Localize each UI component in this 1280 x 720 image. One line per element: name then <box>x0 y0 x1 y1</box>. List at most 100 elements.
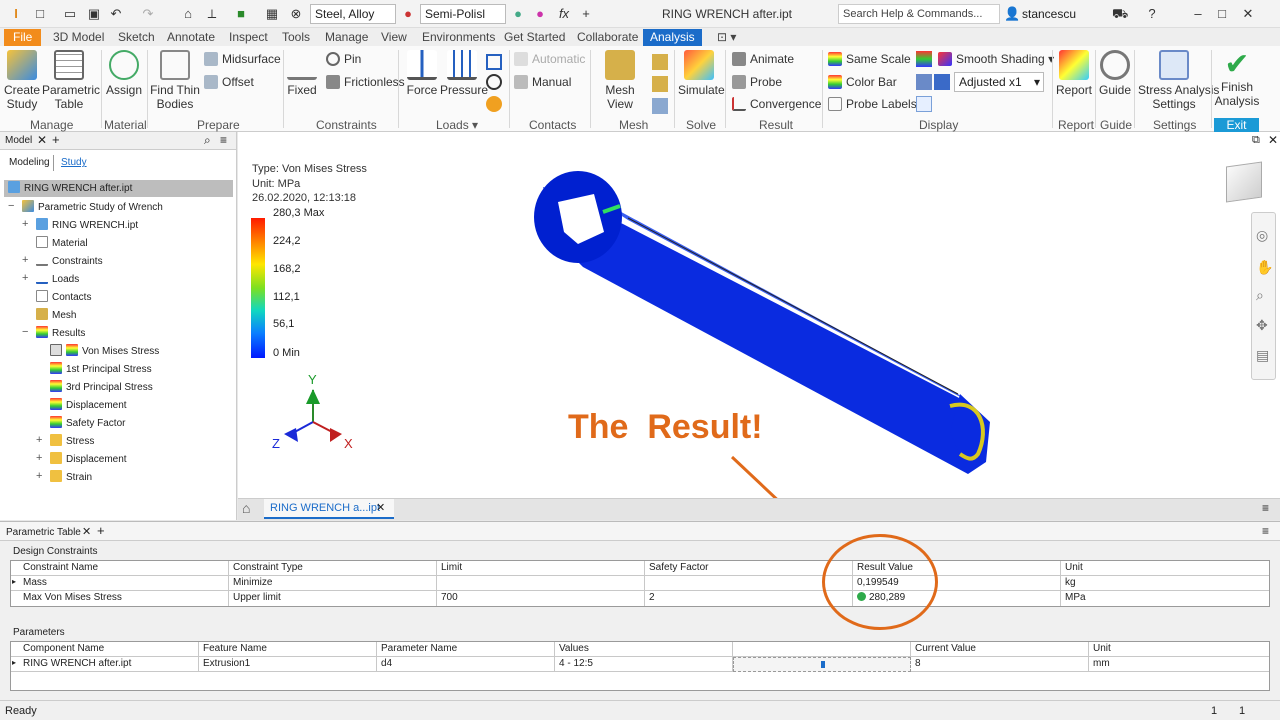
tab-inspect[interactable]: Inspect <box>224 29 273 46</box>
expand-icon[interactable]: + <box>36 434 42 446</box>
force-button[interactable]: Force <box>404 50 440 97</box>
display-icon[interactable] <box>916 51 932 67</box>
update-icon[interactable]: ■ <box>233 6 249 22</box>
clear-icon[interactable]: ● <box>532 6 548 22</box>
dc-cell[interactable]: Minimize <box>229 576 437 591</box>
close-icon[interactable]: ✕ <box>82 525 91 538</box>
offset-button[interactable]: Offset <box>204 75 254 89</box>
pin-button[interactable]: Pin <box>326 52 361 66</box>
save-icon[interactable]: ▣ <box>86 6 102 22</box>
probe-labels-button[interactable]: Probe Labels <box>828 97 917 111</box>
table-row[interactable]: ▸ Mass Minimize 0,199549 kg <box>11 576 1269 591</box>
viewcube[interactable] <box>1226 161 1262 203</box>
appearance-dropdown[interactable]: Semi-Polisl <box>420 4 506 24</box>
open-icon[interactable]: ▭ <box>62 6 78 22</box>
stress-settings-button[interactable]: Stress Analysis Settings <box>1138 50 1219 111</box>
expand-icon[interactable]: + <box>36 452 42 464</box>
manual-button[interactable]: Manual <box>514 75 571 89</box>
close-icon[interactable]: ✕ <box>1268 133 1278 147</box>
tree-item-3rd-principal[interactable]: 3rd Principal Stress <box>50 380 153 395</box>
p-cell[interactable]: Extrusion1 <box>199 657 377 672</box>
dc-cell[interactable] <box>437 576 645 591</box>
user-name[interactable]: stancescu <box>1022 7 1076 21</box>
home-icon[interactable]: ⌂ <box>180 6 196 22</box>
undo-icon[interactable]: ↶ <box>108 6 124 22</box>
help-icon[interactable]: ? <box>1144 6 1160 22</box>
color-bar-button[interactable]: Color Bar <box>828 75 897 89</box>
find-thin-bodies-button[interactable]: Find Thin Bodies <box>150 50 200 111</box>
adjusted-dropdown[interactable]: Adjusted x1 ▾ <box>954 72 1044 92</box>
tree-item-strain-folder[interactable]: Strain <box>50 470 92 485</box>
appearance-icon[interactable]: ● <box>400 6 416 22</box>
minimize-icon[interactable]: – <box>1190 6 1206 22</box>
tree-item-part[interactable]: RING WRENCH.ipt <box>36 218 138 233</box>
tree-item-loads[interactable]: Loads <box>36 272 79 287</box>
tab-file[interactable]: File <box>4 29 42 46</box>
search-icon[interactable]: ⌕ <box>204 133 211 148</box>
menu-icon[interactable]: ≡ <box>220 133 227 147</box>
adjust-icon[interactable]: ● <box>510 6 526 22</box>
guide-button[interactable]: Guide <box>1098 50 1132 97</box>
rotate-icon[interactable] <box>486 74 502 90</box>
orbit-icon[interactable]: ✥ <box>1256 317 1268 334</box>
maximize-icon[interactable]: □ <box>1214 6 1230 22</box>
panel-loads-label[interactable]: Loads ▾ <box>436 118 478 132</box>
table-row[interactable]: Max Von Mises Stress Upper limit 700 2 2… <box>11 591 1269 606</box>
smooth-shading-dropdown[interactable]: Smooth Shading ▾ <box>938 52 1054 66</box>
convergence-button[interactable]: Convergence <box>732 97 821 111</box>
deformed-icon[interactable] <box>916 96 932 112</box>
assign-button[interactable]: Assign <box>104 50 144 97</box>
probe-button[interactable]: Probe <box>732 75 782 89</box>
add-icon[interactable]: + <box>97 523 105 538</box>
collapse-icon[interactable]: − <box>8 200 14 212</box>
dc-cell[interactable]: 700 <box>437 591 645 606</box>
user-icon[interactable]: 👤 <box>1004 6 1020 22</box>
tree-item-displacement-folder[interactable]: Displacement <box>50 452 127 467</box>
close-icon[interactable]: ✕ <box>37 133 47 147</box>
pressure-button[interactable]: Pressure <box>440 50 488 97</box>
material-dropdown[interactable]: Steel, Alloy <box>310 4 396 24</box>
search-input[interactable]: Search Help & Commands... <box>838 4 1000 24</box>
panel-exit-label[interactable]: Exit <box>1214 118 1259 132</box>
mesh-settings-icon[interactable] <box>652 54 668 70</box>
animate-button[interactable]: Animate <box>732 52 794 66</box>
p-cell[interactable]: RING WRENCH after.ipt <box>19 657 199 672</box>
checkbox-icon[interactable] <box>50 344 62 356</box>
simulate-button[interactable]: Simulate <box>678 50 725 97</box>
steering-wheel-icon[interactable]: ◎ <box>1256 227 1268 244</box>
expand-icon[interactable]: + <box>22 254 28 266</box>
collapse-icon[interactable]: − <box>22 326 28 338</box>
browser-tab-modeling[interactable]: Modeling <box>9 157 50 168</box>
look-at-icon[interactable]: ▤ <box>1256 347 1269 364</box>
same-scale-button[interactable]: Same Scale <box>828 52 911 66</box>
tree-item-results[interactable]: Results <box>36 326 85 341</box>
tab-tools[interactable]: Tools <box>277 29 315 46</box>
automatic-button[interactable]: Automatic <box>514 52 585 66</box>
tab-sketch[interactable]: Sketch <box>113 29 160 46</box>
tree-item-mesh[interactable]: Mesh <box>36 308 76 323</box>
maximum-icon[interactable] <box>934 74 950 90</box>
tree-item-stress-folder[interactable]: Stress <box>50 434 94 449</box>
tab-collaborate[interactable]: Collaborate <box>572 29 643 46</box>
parametric-table-button[interactable]: Parametric Table <box>42 50 100 111</box>
tab-analysis[interactable]: Analysis <box>643 29 702 46</box>
pan-icon[interactable]: ✋ <box>1256 259 1273 276</box>
tree-item-constraints[interactable]: Constraints <box>36 254 103 269</box>
expand-icon[interactable]: + <box>36 470 42 482</box>
browser-tab-model[interactable]: Model <box>5 135 32 146</box>
browser-tab-study[interactable]: Study <box>61 157 87 168</box>
graphics-viewport[interactable]: Type: Von Mises Stress Unit: MPa 26.02.2… <box>238 132 1280 498</box>
expand-icon[interactable]: + <box>22 272 28 284</box>
cart-icon[interactable]: ⛟ <box>1112 6 1128 22</box>
home-icon[interactable]: ⌂ <box>242 500 250 516</box>
moment-icon[interactable] <box>486 54 502 70</box>
midsurface-button[interactable]: Midsurface <box>204 52 281 66</box>
dc-cell[interactable]: Upper limit <box>229 591 437 606</box>
measure-icon[interactable]: ⟂ <box>204 6 220 22</box>
fx-icon[interactable]: fx <box>556 6 572 22</box>
tab-annotate[interactable]: Annotate <box>162 29 220 46</box>
app-logo-icon[interactable]: I <box>8 6 24 22</box>
dc-cell[interactable]: Max Von Mises Stress <box>19 591 229 606</box>
finish-analysis-button[interactable]: ✔ Finish Analysis <box>1214 50 1260 109</box>
tree-item-von-mises[interactable]: Von Mises Stress <box>50 344 159 359</box>
